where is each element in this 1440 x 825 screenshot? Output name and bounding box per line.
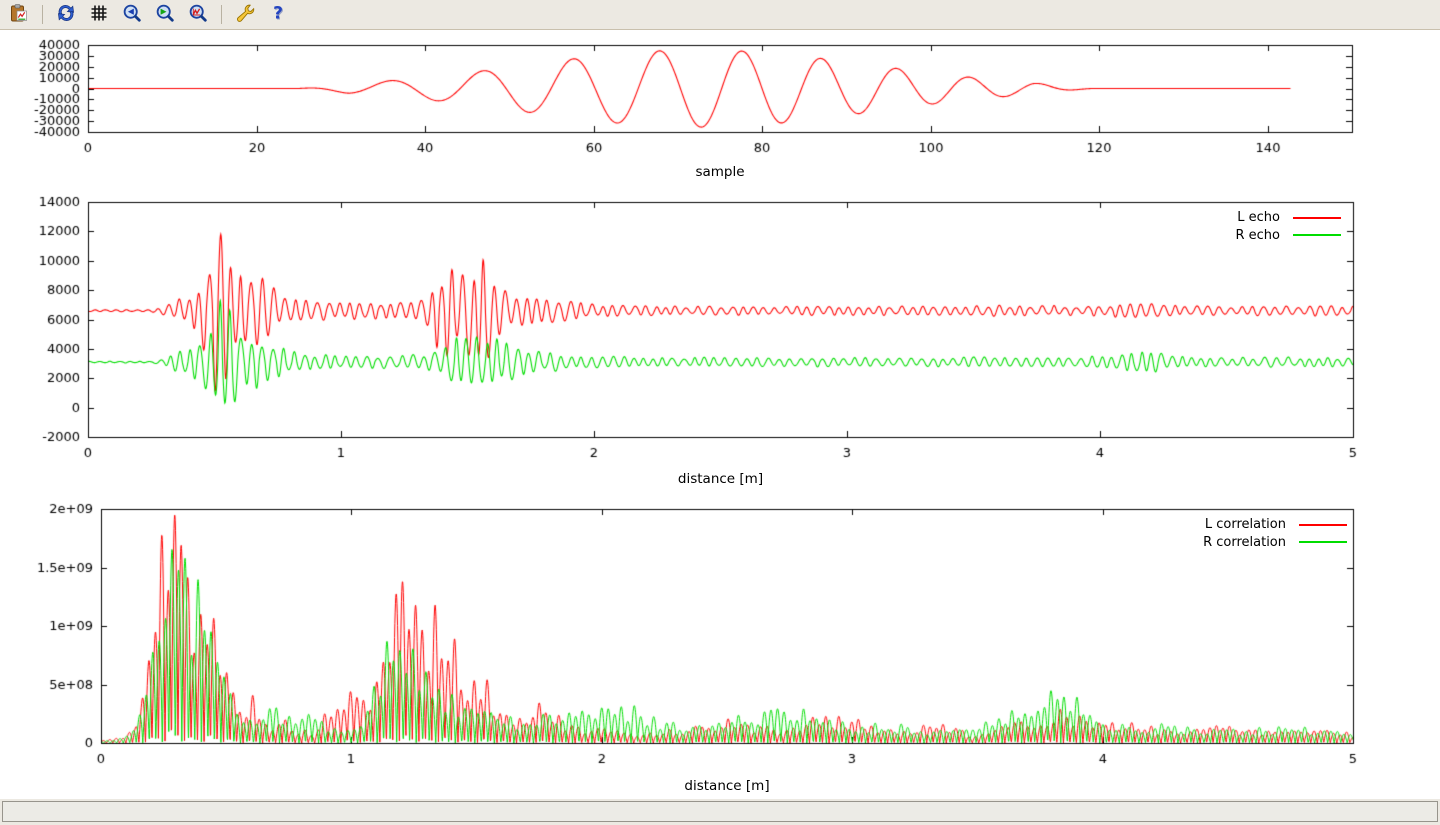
magnifier-left-arrow-icon	[122, 3, 142, 26]
legend-line-red	[1299, 524, 1347, 526]
statusbar-text	[2, 801, 1438, 822]
x-axis-title-correlation: distance [m]	[101, 778, 1353, 794]
legend-entry: R echo	[1235, 227, 1341, 245]
x-axis-title-echo: distance [m]	[88, 471, 1353, 487]
clipboard-chart-icon	[9, 3, 29, 26]
zoom-previous-button[interactable]	[119, 3, 145, 27]
toolbar-separator	[221, 5, 222, 24]
copy-to-clipboard-button[interactable]	[6, 3, 32, 27]
legend-label-l-echo: L echo	[1237, 210, 1280, 225]
legend-label-l-correlation: L correlation	[1205, 517, 1286, 532]
help-button[interactable]: ? ?	[265, 3, 291, 27]
legend-echo: L echo R echo	[1235, 209, 1341, 244]
legend-entry: L correlation	[1203, 516, 1347, 534]
zoom-next-button[interactable]	[152, 3, 178, 27]
x-axis-title-pulse: sample	[88, 164, 1352, 180]
legend-line-green	[1299, 541, 1347, 543]
toggle-grid-button[interactable]	[86, 3, 112, 27]
question-mark-icon: ? ?	[268, 3, 288, 26]
legend-entry: L echo	[1235, 209, 1341, 227]
legend-entry: R correlation	[1203, 534, 1347, 552]
legend-label-r-correlation: R correlation	[1203, 535, 1286, 550]
magnifier-right-arrow-icon	[155, 3, 175, 26]
charts-canvas[interactable]	[0, 0, 1440, 825]
svg-text:?: ?	[273, 4, 283, 24]
replot-button[interactable]	[53, 3, 79, 27]
legend-line-red	[1293, 217, 1341, 219]
toolbar: ? ?	[0, 0, 1440, 30]
statusbar	[0, 799, 1440, 825]
legend-label-r-echo: R echo	[1235, 228, 1280, 243]
apply-autoscale-button[interactable]	[185, 3, 211, 27]
wrench-icon	[235, 3, 255, 26]
toolbar-separator	[42, 5, 43, 24]
magnifier-plot-icon	[188, 3, 208, 26]
refresh-arrows-icon	[56, 3, 76, 26]
legend-correlation: L correlation R correlation	[1203, 516, 1347, 551]
legend-line-green	[1293, 234, 1341, 236]
configure-button[interactable]	[232, 3, 258, 27]
grid-icon	[89, 3, 109, 26]
